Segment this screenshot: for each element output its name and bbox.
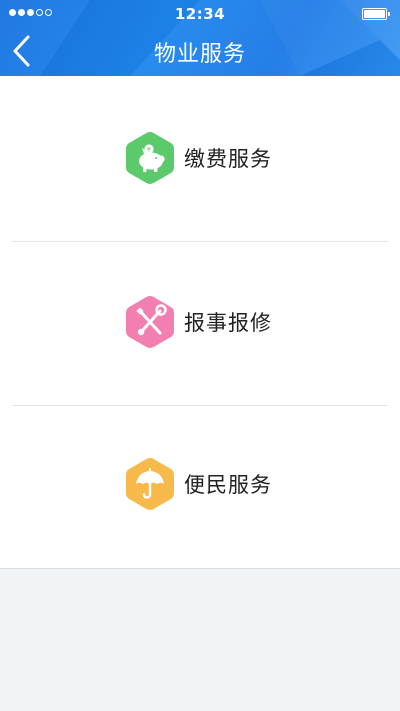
divider	[0, 568, 400, 569]
screen: 12:34 物业服务 ¥ 缴费服务 报事报修 便民服务	[0, 0, 400, 711]
service-menu: ¥ 缴费服务 报事报修 便民服务	[0, 76, 400, 568]
menu-item-payment[interactable]: ¥ 缴费服务	[0, 76, 400, 240]
header: 12:34 物业服务	[0, 0, 400, 76]
status-bar: 12:34	[0, 0, 400, 28]
menu-item-label: 报事报修	[184, 311, 272, 335]
menu-item-label: 便民服务	[184, 473, 272, 497]
page-title: 物业服务	[153, 42, 246, 67]
svg-text:¥: ¥	[147, 146, 151, 154]
umbrella-icon	[124, 456, 176, 512]
battery-icon	[362, 8, 391, 20]
nav-bar: 物业服务	[0, 28, 400, 74]
status-time: 12:34	[174, 5, 226, 23]
menu-item-label: 缴费服务	[184, 147, 272, 171]
menu-item-repair[interactable]: 报事报修	[0, 242, 400, 406]
menu-item-convenience[interactable]: 便民服务	[0, 406, 400, 570]
tools-icon	[124, 294, 176, 350]
piggy-bank-icon: ¥	[124, 130, 176, 186]
